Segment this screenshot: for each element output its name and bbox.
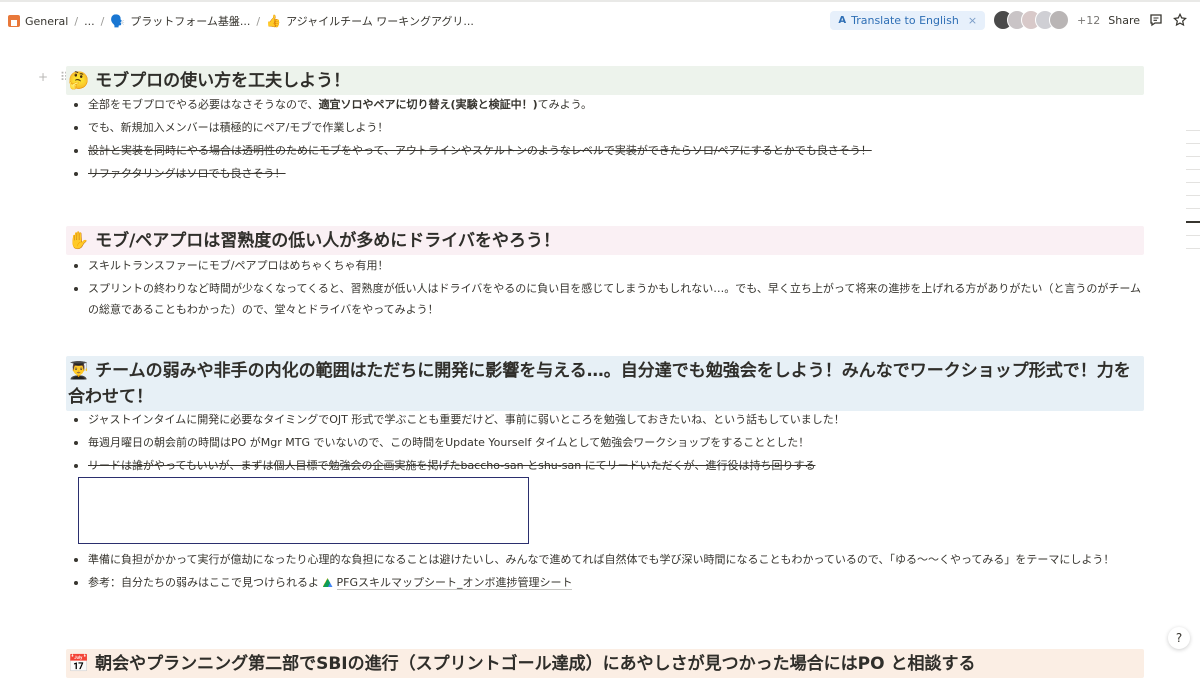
section-heading-driver[interactable]: ✋ モブ/ペアプロは習熟度の低い人が多めにドライバをやろう！	[66, 226, 1144, 255]
avatar	[1049, 10, 1070, 30]
list-item[interactable]: 設計と実装を同時にやる場合は透明性のためにモブをやって、アウトラインやスケルトン…	[72, 140, 1144, 161]
thumbs-up-icon: 👍	[266, 14, 282, 28]
star-icon[interactable]	[1172, 12, 1188, 28]
bold-text: 適宜ソロやペアに切り替え(実験と検証中！)	[318, 98, 538, 111]
bullet-list: 準備に負担がかかって実行が億劫になったり心理的な負担になることは避けたいし、みん…	[72, 549, 1144, 595]
bullet-list: ジャストインタイムに開発に必要なタイミングでOJT 形式で学ぶことも重要だけど、…	[72, 409, 1144, 478]
top-bar: General / ... / 🗣️ プラットフォーム基盤... / 👍 アジャ…	[0, 0, 1200, 38]
calendar-icon: 📅	[68, 654, 90, 674]
thinking-face-icon: 🤔	[68, 71, 90, 91]
google-drive-icon	[322, 578, 333, 587]
list-item[interactable]: でも、新規加入メンバーは積極的にペア/モブで作業しよう！	[72, 117, 1144, 138]
section-title: チームの弱みや非手の内化の範囲はただちに開発に影響を与える…。自分達でも勉強会を…	[68, 361, 1131, 407]
home-icon	[8, 15, 20, 27]
toc-line	[1186, 143, 1200, 144]
list-item[interactable]: リファクタリングはソロでも良さそう！	[72, 163, 1144, 184]
translate-label: Translate to English	[851, 13, 959, 27]
student-icon: 👨‍🎓	[68, 361, 90, 381]
avatar-count[interactable]: +12	[1077, 14, 1100, 27]
table-of-contents-minimap[interactable]	[1186, 130, 1200, 261]
list-item[interactable]: 参考：自分たちの弱みはここで見つけられるよ PFGスキルマップシート_オンボ進捗…	[72, 572, 1144, 593]
section-title: モブプロの使い方を工夫しよう！	[95, 71, 351, 91]
skill-map-sheet-link[interactable]: PFGスキルマップシート_オンボ進捗管理シート	[336, 576, 573, 590]
raised-hand-icon: ✋	[68, 231, 90, 251]
breadcrumb-item-general[interactable]: General	[8, 15, 68, 28]
breadcrumb-separator: /	[100, 14, 105, 28]
speech-bubble-icon: 🗣️	[110, 14, 126, 28]
toc-line	[1186, 130, 1200, 131]
section-heading-mobpro[interactable]: 🤔 モブプロの使い方を工夫しよう！	[66, 66, 1144, 95]
embed-block[interactable]	[78, 477, 529, 544]
help-button[interactable]: ?	[1168, 627, 1190, 649]
toc-line	[1186, 156, 1200, 157]
section-title: 朝会やプランニング第二部でSBIの進行（スプリントゴール達成）にあやしさが見つか…	[95, 654, 976, 674]
list-item[interactable]: リードは誰がやってもいいが、まずは個人目標で勉強会の企画実施を掲げたbaccho…	[72, 455, 1144, 476]
section-heading-po-consult[interactable]: 📅 朝会やプランニング第二部でSBIの進行（スプリントゴール達成）にあやしさが見…	[66, 649, 1144, 678]
list-item[interactable]: 毎週月曜日の朝会前の時間はPO がMgr MTG でいないので、この時間をUpd…	[72, 432, 1144, 453]
list-item[interactable]: 全部をモブプロでやる必要はなさそうなので、適宜ソロやペアに切り替え(実験と検証中…	[72, 94, 1144, 115]
bullet-list: スキルトランスファーにモブ/ペアプロはめちゃくちゃ有用！ スプリントの終わりなど…	[72, 255, 1144, 322]
breadcrumb-separator: /	[256, 14, 261, 28]
breadcrumb: General / ... / 🗣️ プラットフォーム基盤... / 👍 アジャ…	[8, 13, 474, 29]
breadcrumb-item-ellipsis[interactable]: ...	[84, 15, 95, 28]
translate-close-button[interactable]: ×	[968, 14, 977, 27]
section-heading-study-session[interactable]: 👨‍🎓 チームの弱みや非手の内化の範囲はただちに開発に影響を与える…。自分達でも…	[66, 356, 1144, 411]
breadcrumb-separator: /	[74, 14, 79, 28]
help-icon: ?	[1175, 631, 1183, 645]
topbar-actions: A Translate to English × +12 Share	[830, 10, 1188, 30]
share-button[interactable]: Share	[1108, 14, 1140, 27]
list-item[interactable]: ジャストインタイムに開発に必要なタイミングでOJT 形式で学ぶことも重要だけど、…	[72, 409, 1144, 430]
toc-line	[1186, 169, 1200, 170]
list-item[interactable]: スキルトランスファーにモブ/ペアプロはめちゃくちゃ有用！	[72, 255, 1144, 276]
toc-line	[1186, 208, 1200, 209]
toc-line	[1186, 235, 1200, 236]
translate-chip[interactable]: A Translate to English ×	[830, 10, 986, 30]
bullet-list: 全部をモブプロでやる必要はなさそうなので、適宜ソロやペアに切り替え(実験と検証中…	[72, 94, 1144, 186]
toc-line	[1186, 248, 1200, 249]
toc-line	[1186, 195, 1200, 196]
list-item[interactable]: 準備に負担がかかって実行が億劫になったり心理的な負担になることは避けたいし、みん…	[72, 549, 1144, 570]
section-title: モブ/ペアプロは習熟度の低い人が多めにドライバをやろう！	[95, 231, 560, 251]
toc-line	[1186, 182, 1200, 183]
breadcrumb-item-platform[interactable]: 🗣️ プラットフォーム基盤...	[110, 13, 250, 29]
toc-line-active	[1186, 221, 1200, 223]
breadcrumb-item-agile-team[interactable]: 👍 アジャイルチーム ワーキングアグリ...	[266, 13, 474, 29]
list-item[interactable]: スプリントの終わりなど時間が少なくなってくると、習熟度が低い人はドライバをやるの…	[72, 278, 1144, 320]
comment-icon[interactable]	[1148, 12, 1164, 28]
avatar-group[interactable]	[993, 10, 1070, 30]
translate-icon: A	[838, 14, 847, 26]
